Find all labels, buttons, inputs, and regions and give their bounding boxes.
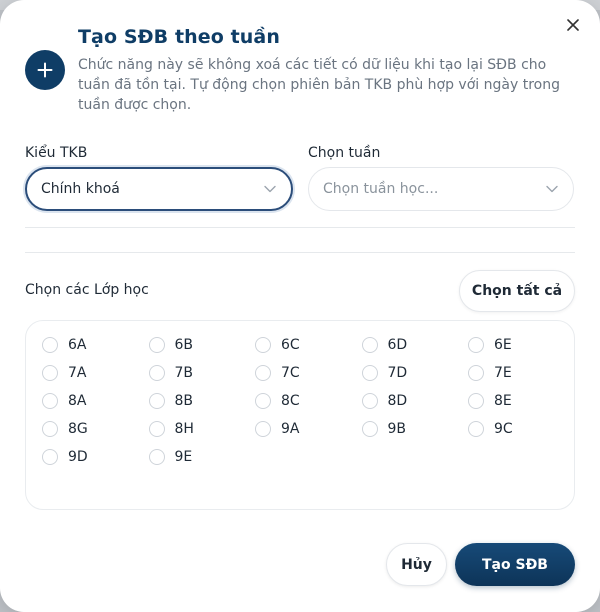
chevron-down-icon [545,182,559,196]
class-option[interactable]: 9E [148,443,256,471]
class-option[interactable]: 6C [255,331,362,359]
class-radio[interactable] [255,365,271,381]
class-list: 6A 6B 6C 6D 6E 7A 7B 7C 7D 7E 8A 8B 8C 8D 8E 8G 8H 9A 9B 9C… [25,320,575,510]
schedule-type-value: Chính khoá [41,181,120,197]
week-select[interactable]: Chọn tuần học... [308,167,574,211]
chevron-down-icon [263,182,277,196]
class-name: 9A [281,421,300,437]
class-option[interactable]: 6A [42,331,149,359]
class-radio[interactable] [148,365,165,381]
class-name: 8A [68,393,87,409]
class-radio[interactable] [42,421,58,437]
class-name: 9D [68,449,88,465]
class-radio[interactable] [148,337,165,353]
divider [25,227,575,228]
class-name: 9C [494,421,513,437]
class-option[interactable]: 9D [42,443,149,471]
create-weekly-log-dialog: Tạo SĐB theo tuần Chức năng này sẽ không… [0,0,600,612]
class-name: 6C [281,337,300,353]
dialog-title: Tạo SĐB theo tuần [78,26,280,48]
class-radio[interactable] [361,337,378,353]
week-label: Chọn tuần [308,145,381,161]
class-radio[interactable] [148,393,165,409]
class-radio[interactable] [255,337,271,353]
class-name: 7E [494,365,512,381]
class-radio[interactable] [42,365,58,381]
create-button[interactable]: Tạo SĐB [455,543,575,586]
divider [25,252,575,253]
class-option[interactable]: 7B [148,359,256,387]
class-name: 6D [387,337,408,353]
class-radio[interactable] [42,393,58,409]
class-grid: 6A 6B 6C 6D 6E 7A 7B 7C 7D 7E 8A 8B 8C 8D 8E 8G 8H 9A 9B 9C… [42,331,575,471]
class-option[interactable]: 8E [468,387,575,415]
class-option[interactable]: 7A [42,359,149,387]
cancel-button[interactable]: Hủy [386,543,447,586]
class-name: 8E [494,393,512,409]
class-name: 9B [387,421,407,437]
class-radio[interactable] [361,365,378,381]
schedule-type-label: Kiểu TKB [25,145,88,161]
class-option[interactable]: 9A [255,415,362,443]
close-icon [567,19,579,31]
dialog-description: Chức năng này sẽ không xoá các tiết có d… [78,57,560,113]
classes-label: Chọn các Lớp học [25,282,149,298]
class-radio[interactable] [468,365,484,381]
class-name: 8D [387,393,408,409]
class-option[interactable]: 7C [255,359,362,387]
class-radio[interactable] [148,449,165,465]
class-name: 8G [68,421,88,437]
class-radio[interactable] [255,421,271,437]
class-radio[interactable] [42,337,58,353]
class-option[interactable]: 9C [468,415,575,443]
schedule-type-select[interactable]: Chính khoá [25,167,293,211]
class-radio[interactable] [468,337,484,353]
class-radio[interactable] [42,449,58,465]
class-option[interactable]: 6D [361,331,469,359]
class-option[interactable]: 6B [148,331,256,359]
class-name: 6A [68,337,87,353]
class-option[interactable]: 8G [42,415,149,443]
class-option[interactable]: 8D [361,387,469,415]
class-name: 6B [174,337,194,353]
class-option[interactable]: 8H [148,415,256,443]
week-placeholder: Chọn tuần học... [323,181,439,197]
class-radio[interactable] [148,421,165,437]
class-name: 7A [68,365,87,381]
class-option[interactable]: 7E [468,359,575,387]
class-option[interactable]: 8B [148,387,256,415]
class-name: 7C [281,365,300,381]
class-option[interactable]: 9B [361,415,469,443]
header-add-icon-badge [25,50,65,90]
class-radio[interactable] [255,393,271,409]
close-button[interactable] [562,14,584,36]
class-name: 8H [174,421,194,437]
class-radio[interactable] [361,393,378,409]
class-name: 9E [174,449,193,465]
class-option[interactable]: 8A [42,387,149,415]
class-option[interactable]: 6E [468,331,575,359]
class-name: 7D [387,365,408,381]
class-radio[interactable] [468,393,484,409]
class-radio[interactable] [361,421,378,437]
class-name: 8C [281,393,300,409]
class-option[interactable]: 7D [361,359,469,387]
class-option[interactable]: 8C [255,387,362,415]
class-name: 8B [174,393,194,409]
class-name: 7B [174,365,194,381]
select-all-button[interactable]: Chọn tất cả [459,270,575,312]
class-name: 6E [494,337,512,353]
plus-icon [37,62,53,78]
class-radio[interactable] [468,421,484,437]
